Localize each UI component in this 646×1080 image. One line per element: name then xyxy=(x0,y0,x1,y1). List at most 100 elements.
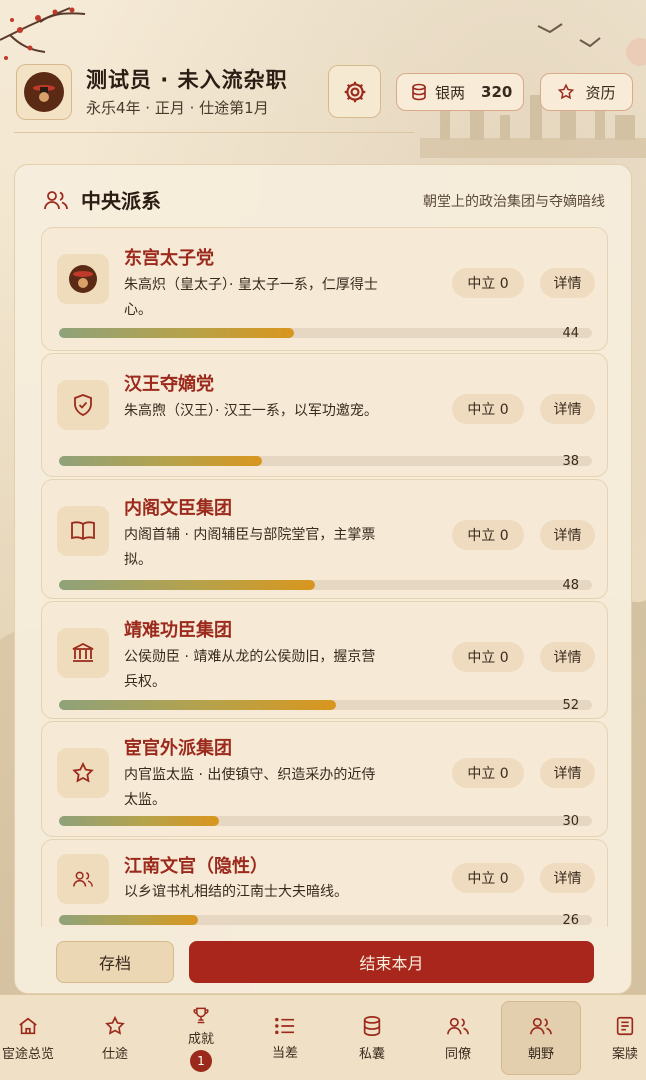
faction-panel: 中央派系 朝堂上的政治集团与夺嫡暗线 东宫太子党 朱高炽（皇太子）· 皇太子一系… xyxy=(14,164,632,994)
building-icon xyxy=(72,642,94,662)
stance-badge[interactable]: 中立 0 xyxy=(452,394,524,424)
list-icon xyxy=(275,1017,295,1034)
nav-label: 仕途 xyxy=(101,1046,128,1062)
details-button[interactable]: 详情 xyxy=(540,642,595,672)
end-month-button[interactable]: 结束本月 xyxy=(189,941,594,983)
nav-label: 当差 xyxy=(271,1045,298,1061)
silver-label: 银两 xyxy=(435,83,466,102)
stance-badge[interactable]: 中立 0 xyxy=(452,520,524,550)
influence-bar xyxy=(59,700,592,710)
faction-list[interactable]: 东宫太子党 朱高炽（皇太子）· 皇太子一系，仁厚得士心。 中立 0 详情 44 … xyxy=(41,227,608,927)
nav-label: 朝野 xyxy=(527,1046,554,1062)
nav-item-court[interactable]: 朝野 xyxy=(501,1001,581,1075)
panel-description: 朝堂上的政治集团与夺嫡暗线 xyxy=(423,194,605,210)
top-header: 测试员 · 未入流杂职 永乐4年 · 正月 · 仕途第1月 银两 320 资历 xyxy=(0,0,646,140)
influence-value: 52 xyxy=(562,698,579,713)
details-button[interactable]: 详情 xyxy=(540,394,595,424)
coins-icon xyxy=(412,83,426,101)
faction-name: 汉王夺嫡党 xyxy=(124,374,214,395)
resume-label: 资历 xyxy=(585,83,616,102)
influence-fill xyxy=(59,915,198,925)
faction-name: 宦官外派集团 xyxy=(124,738,232,759)
book-icon xyxy=(71,521,95,541)
faction-icon-box xyxy=(57,628,109,678)
faction-description: 以乡谊书札相结的江南士大夫暗线。 xyxy=(124,884,348,900)
faction-name: 靖难功臣集团 xyxy=(124,620,232,641)
nav-label: 同僚 xyxy=(444,1046,471,1062)
nav-label: 私囊 xyxy=(358,1046,385,1062)
home-icon xyxy=(19,1017,37,1034)
faction-name: 江南文官（隐性） xyxy=(124,856,268,877)
details-button[interactable]: 详情 xyxy=(540,268,595,298)
influence-value: 48 xyxy=(562,578,579,593)
nav-item-colleagues[interactable]: 同僚 xyxy=(418,1001,498,1075)
nav-label: 宦途总览 xyxy=(1,1046,54,1062)
settings-button[interactable] xyxy=(328,65,381,118)
save-button[interactable]: 存档 xyxy=(56,941,174,983)
stance-badge[interactable]: 中立 0 xyxy=(452,268,524,298)
document-icon xyxy=(616,1016,634,1035)
star-icon xyxy=(105,1015,125,1035)
star-icon xyxy=(72,761,94,783)
avatar[interactable] xyxy=(16,64,72,120)
faction-card[interactable]: 江南文官（隐性） 以乡谊书札相结的江南士大夫暗线。 中立 0 详情 26 xyxy=(41,839,608,927)
users-icon xyxy=(73,871,93,887)
silver-button[interactable]: 银两 320 xyxy=(396,73,524,111)
gear-icon xyxy=(344,81,365,102)
details-button[interactable]: 详情 xyxy=(540,863,595,893)
users-icon xyxy=(447,1017,469,1034)
faction-description: 公侯勋臣 · 靖难从龙的公侯勋旧，握京营兵权。 xyxy=(124,649,376,690)
faction-description: 内阁首辅 · 内阁辅臣与部院堂官，主掌票拟。 xyxy=(124,527,376,568)
influence-bar xyxy=(59,328,592,338)
influence-bar xyxy=(59,816,592,826)
influence-bar xyxy=(59,580,592,590)
details-button[interactable]: 详情 xyxy=(540,520,595,550)
shield-icon xyxy=(74,394,92,416)
bottom-nav: 宦途总览 仕途 成就 1 当差 私囊 同僚 朝野 案牍 xyxy=(0,994,646,1080)
stance-badge[interactable]: 中立 0 xyxy=(452,642,524,672)
silver-value: 320 xyxy=(481,83,513,101)
player-title: 测试员 · 未入流杂职 xyxy=(86,68,288,92)
influence-value: 26 xyxy=(562,913,579,927)
influence-fill xyxy=(59,456,262,466)
influence-value: 38 xyxy=(562,454,579,469)
faction-card[interactable]: 东宫太子党 朱高炽（皇太子）· 皇太子一系，仁厚得士心。 中立 0 详情 44 xyxy=(41,227,608,351)
nav-item-overview[interactable]: 宦途总览 xyxy=(0,1001,68,1075)
stance-badge[interactable]: 中立 0 xyxy=(452,758,524,788)
faction-icon-box xyxy=(57,380,109,430)
resume-button[interactable]: 资历 xyxy=(540,73,633,111)
stance-badge[interactable]: 中立 0 xyxy=(452,863,524,893)
faction-name: 内阁文臣集团 xyxy=(124,498,232,519)
faction-icon-box xyxy=(57,506,109,556)
nav-item-documents[interactable]: 案牍 xyxy=(585,1001,646,1075)
faction-card[interactable]: 汉王夺嫡党 朱高煦（汉王）· 汉王一系，以军功邀宠。 中立 0 详情 38 xyxy=(41,353,608,477)
trophy-icon xyxy=(193,1007,209,1023)
users-icon xyxy=(44,190,68,209)
official-avatar-icon xyxy=(24,72,64,112)
nav-item-purse[interactable]: 私囊 xyxy=(332,1001,412,1075)
influence-fill xyxy=(59,328,294,338)
influence-bar xyxy=(59,915,592,925)
nav-label: 案牍 xyxy=(611,1046,638,1062)
panel-header: 中央派系 xyxy=(43,185,161,214)
nav-item-duty[interactable]: 当差 xyxy=(245,1001,325,1075)
crown-avatar-icon xyxy=(69,265,97,293)
nav-item-achievements[interactable]: 成就 1 xyxy=(161,1001,241,1075)
star-icon xyxy=(558,83,575,100)
influence-bar xyxy=(59,456,592,466)
faction-description: 朱高煦（汉王）· 汉王一系，以军功邀宠。 xyxy=(124,403,378,419)
faction-card[interactable]: 内阁文臣集团 内阁首辅 · 内阁辅臣与部院堂官，主掌票拟。 中立 0 详情 48 xyxy=(41,479,608,599)
panel-title: 中央派系 xyxy=(81,189,161,213)
date-info: 永乐4年 · 正月 · 仕途第1月 xyxy=(86,99,269,117)
influence-value: 44 xyxy=(562,326,579,341)
faction-name: 东宫太子党 xyxy=(124,248,214,269)
details-button[interactable]: 详情 xyxy=(540,758,595,788)
faction-icon-box xyxy=(57,748,109,798)
nav-item-career[interactable]: 仕途 xyxy=(75,1001,155,1075)
notification-badge: 1 xyxy=(190,1049,212,1072)
influence-fill xyxy=(59,580,315,590)
faction-icon-box xyxy=(57,254,109,304)
faction-card[interactable]: 宦官外派集团 内官监太监 · 出使镇守、织造采办的近侍太监。 中立 0 详情 3… xyxy=(41,721,608,837)
faction-description: 内官监太监 · 出使镇守、织造采办的近侍太监。 xyxy=(124,767,376,808)
faction-card[interactable]: 靖难功臣集团 公侯勋臣 · 靖难从龙的公侯勋旧，握京营兵权。 中立 0 详情 5… xyxy=(41,601,608,719)
